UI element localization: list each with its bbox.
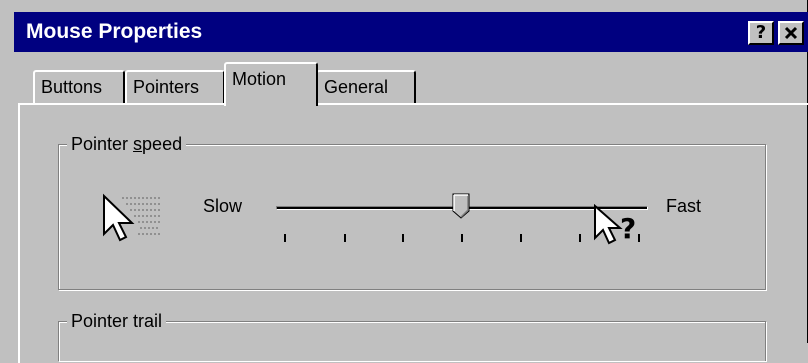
slow-label: Slow <box>203 196 243 216</box>
slider-thumb[interactable] <box>452 193 470 219</box>
slider-tick <box>520 234 522 242</box>
fast-label: Fast <box>666 196 702 216</box>
close-icon <box>784 26 798 40</box>
slider-tick <box>284 234 286 242</box>
slider-tick <box>402 234 404 242</box>
window-title: Mouse Properties <box>26 20 203 43</box>
close-button[interactable] <box>778 21 804 45</box>
fast-pointer-icon <box>103 193 160 242</box>
help-select-cursor-icon: ? <box>594 204 636 245</box>
cursor-question-glyph: ? <box>620 212 636 245</box>
slider-tick <box>461 234 463 242</box>
pointer-speed-group: Pointer speed <box>58 131 766 290</box>
tab-motion[interactable]: Motion <box>224 62 318 106</box>
slider-tick <box>344 234 346 242</box>
pointer-trail-title: Pointer trail <box>67 308 167 334</box>
pointer-trail-group: Pointer trail <box>58 308 766 361</box>
mouse-properties-window: Mouse Properties ? Buttons Pointers Moti… <box>0 0 808 363</box>
title-bar[interactable]: Mouse Properties ? <box>14 12 808 52</box>
tab-general[interactable]: General <box>316 70 416 104</box>
slider-tick <box>579 234 581 242</box>
pointer-speed-title: Pointer speed <box>67 131 187 157</box>
tab-pointers[interactable]: Pointers <box>125 70 225 104</box>
tab-buttons[interactable]: Buttons <box>33 70 125 104</box>
help-button[interactable]: ? <box>748 21 774 45</box>
